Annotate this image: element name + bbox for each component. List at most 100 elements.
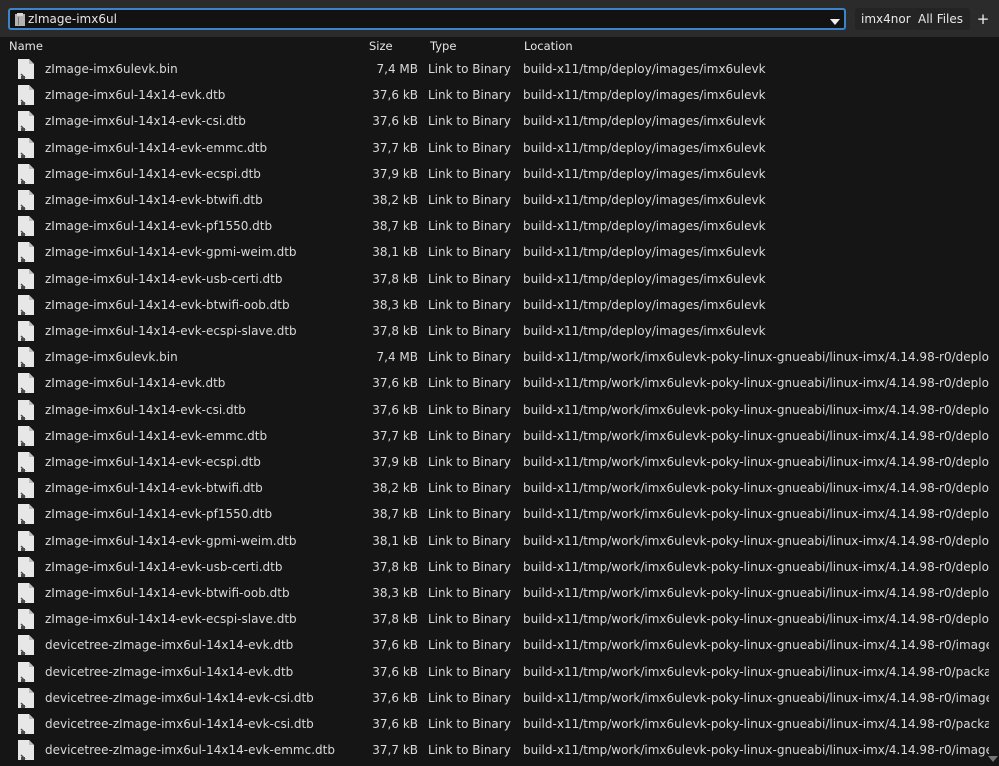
file-icon	[18, 111, 34, 132]
file-type: Link to Binary	[428, 166, 511, 181]
file-name: zImage-imx6ul-14x14-evk-usb-certi.dtb	[45, 271, 283, 286]
file-name: zImage-imx6ul-14x14-evk-btwifi-oob.dtb	[45, 297, 290, 312]
file-location: build-x11/tmp/deploy/images/imx6ulevk	[523, 219, 766, 234]
file-type: Link to Binary	[428, 114, 511, 129]
table-row[interactable]: zImage-imx6ul-14x14-evk-usb-certi.dtb 37…	[0, 266, 999, 292]
table-row[interactable]: zImage-imx6ul-14x14-evk-btwifi.dtb 38,2 …	[0, 475, 999, 501]
file-icon	[18, 242, 34, 263]
file-size: 37,6 kB	[372, 638, 418, 653]
file-location: build-x11/tmp/work/imx6ulevk-poky-linux-…	[523, 717, 989, 731]
file-location: build-x11/tmp/work/imx6ulevk-poky-linux-…	[523, 376, 989, 391]
table-row[interactable]: zImage-imx6ul-14x14-evk-pf1550.dtb 38,7 …	[0, 213, 999, 239]
table-row[interactable]: zImage-imx6ul-14x14-evk.dtb 37,6 kB Link…	[0, 82, 999, 108]
file-name: zImage-imx6ulevk.bin	[45, 350, 178, 365]
table-row[interactable]: devicetree-zImage-imx6ul-14x14-evk.dtb 3…	[0, 632, 999, 658]
table-row[interactable]: zImage-imx6ul-14x14-evk-csi.dtb 37,6 kB …	[0, 108, 999, 134]
file-location: build-x11/tmp/work/imx6ulevk-poky-linux-…	[523, 533, 989, 548]
file-size: 37,6 kB	[372, 114, 418, 129]
file-icon	[18, 59, 34, 79]
table-row[interactable]: zImage-imx6ul-14x14-evk-pf1550.dtb 38,7 …	[0, 501, 999, 527]
file-size: 37,8 kB	[372, 559, 418, 574]
search-dropdown-icon[interactable]	[830, 19, 840, 25]
file-icon	[18, 661, 34, 682]
table-row[interactable]: zImage-imx6ulevk.bin 7,4 MB Link to Bina…	[0, 56, 999, 82]
table-row[interactable]: zImage-imx6ul-14x14-evk-emmc.dtb 37,7 kB…	[0, 135, 999, 161]
type-column-header[interactable]: Type	[430, 39, 456, 53]
file-size: 37,6 kB	[372, 376, 418, 391]
file-type: Link to Binary	[428, 612, 511, 627]
file-name: zImage-imx6ul-14x14-evk-ecspi.dtb	[45, 166, 261, 181]
file-location: build-x11/tmp/deploy/images/imx6ulevk	[523, 140, 766, 155]
file-type: Link to Binary	[428, 717, 511, 731]
file-size: 37,9 kB	[372, 455, 418, 469]
file-size: 7,4 MB	[376, 350, 418, 365]
table-row[interactable]: zImage-imx6ul-14x14-evk-ecspi-slave.dtb …	[0, 606, 999, 632]
scope-all-files[interactable]: All Files	[912, 8, 970, 30]
file-icon	[18, 714, 34, 734]
table-row[interactable]: zImage-imx6ul-14x14-evk-csi.dtb 37,6 kB …	[0, 397, 999, 423]
file-size: 37,6 kB	[372, 717, 418, 731]
file-name: zImage-imx6ul-14x14-evk-emmc.dtb	[45, 428, 268, 443]
file-size: 38,2 kB	[372, 193, 418, 207]
results-list[interactable]: zImage-imx6ulevk.bin 7,4 MB Link to Bina…	[0, 56, 999, 766]
table-row[interactable]: zImage-imx6ul-14x14-evk-gpmi-weim.dtb 38…	[0, 528, 999, 554]
scroll-down-icon[interactable]	[988, 756, 998, 762]
scope-imx4nor[interactable]: imx4nor	[855, 8, 913, 30]
file-type: Link to Binary	[428, 297, 511, 312]
file-location: build-x11/tmp/work/imx6ulevk-poky-linux-…	[523, 743, 989, 758]
results-header: Name Size Type Location	[0, 37, 999, 56]
file-location: build-x11/tmp/deploy/images/imx6ulevk	[523, 271, 766, 286]
table-row[interactable]: zImage-imx6ul-14x14-evk-emmc.dtb 37,7 kB…	[0, 423, 999, 449]
table-row[interactable]: zImage-imx6ul-14x14-evk-btwifi-oob.dtb 3…	[0, 580, 999, 606]
table-row[interactable]: zImage-imx6ul-14x14-evk-btwifi.dtb 38,2 …	[0, 187, 999, 213]
file-type: Link to Binary	[428, 219, 511, 234]
file-icon	[18, 190, 34, 210]
size-column-header[interactable]: Size	[369, 39, 393, 53]
table-row[interactable]: zImage-imx6ul-14x14-evk-usb-certi.dtb 37…	[0, 554, 999, 580]
table-row[interactable]: zImage-imx6ul-14x14-evk-ecspi-slave.dtb …	[0, 318, 999, 344]
file-name: zImage-imx6ul-14x14-evk-emmc.dtb	[45, 140, 268, 155]
table-row[interactable]: zImage-imx6ul-14x14-evk-ecspi.dtb 37,9 k…	[0, 161, 999, 187]
file-type: Link to Binary	[428, 664, 511, 679]
file-location: build-x11/tmp/deploy/images/imx6ulevk	[523, 62, 766, 76]
file-type: Link to Binary	[428, 402, 511, 417]
table-row[interactable]: devicetree-zImage-imx6ul-14x14-evk.dtb 3…	[0, 659, 999, 685]
file-icon	[18, 530, 34, 551]
file-location: build-x11/tmp/deploy/images/imx6ulevk	[523, 166, 766, 181]
file-icon	[18, 268, 34, 289]
file-type: Link to Binary	[428, 743, 511, 758]
file-size: 37,8 kB	[372, 324, 418, 338]
file-location: build-x11/tmp/deploy/images/imx6ulevk	[523, 245, 766, 260]
file-icon	[18, 216, 34, 237]
file-type: Link to Binary	[428, 88, 511, 103]
table-row[interactable]: zImage-imx6ul-14x14-evk-gpmi-weim.dtb 38…	[0, 239, 999, 265]
table-row[interactable]: zImage-imx6ulevk.bin 7,4 MB Link to Bina…	[0, 344, 999, 370]
file-size: 38,1 kB	[372, 533, 418, 548]
file-name: zImage-imx6ul-14x14-evk-pf1550.dtb	[45, 219, 273, 234]
file-name: zImage-imx6ul-14x14-evk-btwifi.dtb	[45, 193, 263, 207]
table-row[interactable]: devicetree-zImage-imx6ul-14x14-evk-emmc.…	[0, 737, 999, 763]
table-row[interactable]: devicetree-zImage-imx6ul-14x14-evk-csi.d…	[0, 685, 999, 711]
file-location: build-x11/tmp/work/imx6ulevk-poky-linux-…	[523, 481, 989, 496]
file-size: 37,8 kB	[372, 271, 418, 286]
location-column-header[interactable]: Location	[524, 39, 573, 53]
add-scope-button[interactable]: +	[971, 8, 995, 30]
file-type: Link to Binary	[428, 62, 511, 76]
file-name: zImage-imx6ul-14x14-evk-ecspi-slave.dtb	[45, 612, 297, 627]
table-row[interactable]: devicetree-zImage-imx6ul-14x14-evk-csi.d…	[0, 711, 999, 737]
table-row[interactable]: zImage-imx6ul-14x14-evk.dtb 37,6 kB Link…	[0, 370, 999, 396]
file-icon	[18, 687, 34, 708]
file-size: 37,7 kB	[372, 140, 418, 155]
file-location: build-x11/tmp/work/imx6ulevk-poky-linux-…	[523, 586, 989, 600]
table-row[interactable]: zImage-imx6ul-14x14-evk-ecspi.dtb 37,9 k…	[0, 449, 999, 475]
table-row[interactable]: zImage-imx6ul-14x14-evk-btwifi-oob.dtb 3…	[0, 292, 999, 318]
file-location: build-x11/tmp/work/imx6ulevk-poky-linux-…	[523, 428, 989, 443]
file-name: zImage-imx6ulevk.bin	[45, 62, 178, 76]
file-icon	[18, 321, 34, 341]
file-icon	[18, 373, 34, 394]
file-icon	[18, 399, 34, 420]
file-name: zImage-imx6ul-14x14-evk-pf1550.dtb	[45, 507, 273, 522]
name-column-header[interactable]: Name	[9, 39, 43, 53]
search-box[interactable]	[8, 8, 846, 30]
search-input[interactable]	[28, 11, 818, 27]
